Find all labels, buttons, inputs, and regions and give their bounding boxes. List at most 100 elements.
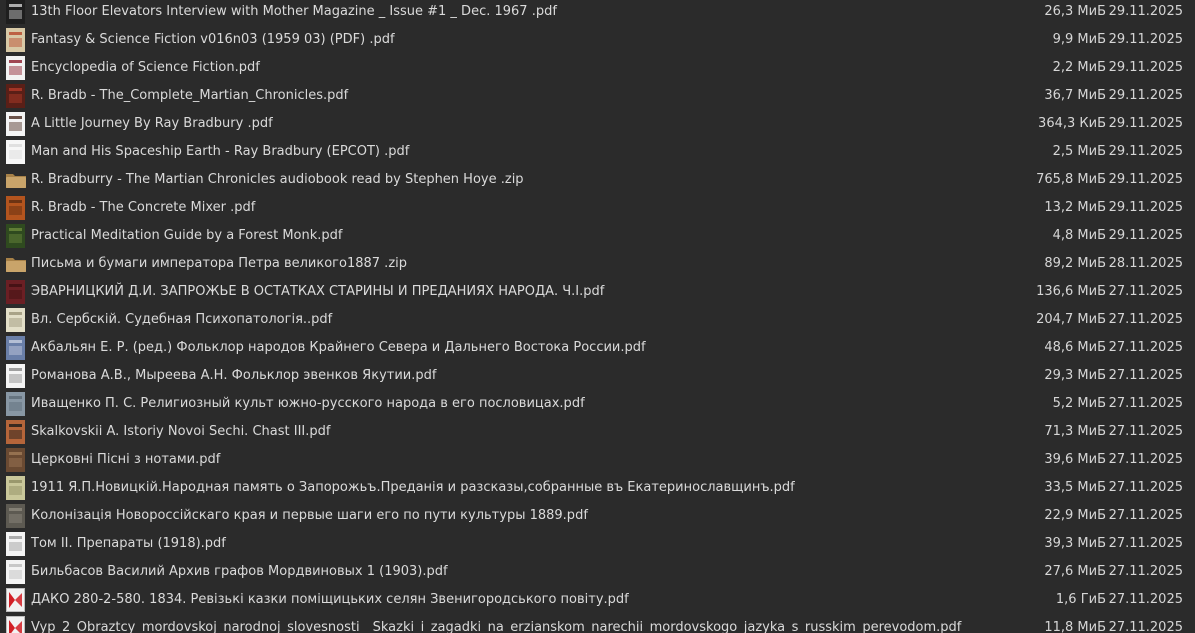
file-name: Письма и бумаги императора Петра великог… xyxy=(31,256,408,271)
file-date: 27.11.2025 xyxy=(1108,396,1183,411)
file-size: 1,6 ГиБ xyxy=(1055,592,1106,607)
file-row[interactable]: 13th Floor Elevators Interview with Moth… xyxy=(0,0,1195,26)
file-row[interactable]: Романова А.В., Мыреева А.Н. Фольклор эве… xyxy=(0,362,1195,390)
file-size: 364,3 КиБ xyxy=(1038,116,1106,131)
file-row[interactable]: Том II. Препараты (1918).pdf 39,3 МиБ 27.1… xyxy=(0,530,1195,558)
file-name: Церковні Пісні з нотами.pdf xyxy=(31,452,221,467)
file-size: 71,3 МиБ xyxy=(1044,424,1106,439)
file-date: 27.11.2025 xyxy=(1108,536,1183,551)
file-date: 29.11.2025 xyxy=(1108,88,1183,103)
file-row[interactable]: Церковні Пісні з нотами.pdf 39,6 МиБ 27.11… xyxy=(0,446,1195,474)
file-row[interactable]: ЭВАРНИЦКИЙ Д.И. ЗАПРОЖЬЕ В ОСТАТКАХ СТАР… xyxy=(0,278,1195,306)
file-size: 33,5 МиБ xyxy=(1044,480,1106,495)
file-row[interactable]: A Little Journey By Ray Bradbury .pdf 364… xyxy=(0,110,1195,138)
file-row[interactable]: Vyp_2_Obraztcy_mordovskoj_narodnoj_slove… xyxy=(0,614,1195,633)
file-name: Man and His Spaceship Earth - Ray Bradbu… xyxy=(31,144,410,159)
pdf-thumbnail-icon xyxy=(6,336,25,360)
file-size: 29,3 МиБ xyxy=(1044,368,1106,383)
file-size: 13,2 МиБ xyxy=(1044,200,1106,215)
file-row[interactable]: Fantasy & Science Fiction v016n03 (1959 … xyxy=(0,26,1195,54)
file-name: Вл. Сербскій. Судебная Психопатологія..p… xyxy=(31,312,333,327)
file-size: 2,2 МиБ xyxy=(1052,60,1106,75)
file-name: Encyclopedia of Science Fiction.pdf xyxy=(31,60,260,75)
file-size: 9,9 МиБ xyxy=(1052,32,1106,47)
file-list: 13th Floor Elevators Interview with Moth… xyxy=(0,0,1195,633)
file-date: 29.11.2025 xyxy=(1108,32,1183,47)
file-row[interactable]: R. Bradburry - The Martian Chronicles au… xyxy=(0,166,1195,194)
pdf-thumbnail-icon xyxy=(6,224,25,248)
file-date: 27.11.2025 xyxy=(1108,452,1183,467)
archive-folder-icon xyxy=(5,171,27,189)
file-date: 27.11.2025 xyxy=(1108,424,1183,439)
file-size: 89,2 МиБ xyxy=(1044,256,1106,271)
file-row[interactable]: Skalkovskii A. Istoriy Novoi Sechi. Chas… xyxy=(0,418,1195,446)
pdf-thumbnail-icon xyxy=(6,140,25,164)
pdf-thumbnail-icon xyxy=(6,532,25,556)
file-size: 39,3 МиБ xyxy=(1044,536,1106,551)
file-date: 29.11.2025 xyxy=(1108,228,1183,243)
file-size: 11,8 МиБ xyxy=(1044,620,1106,633)
file-size: 765,8 МиБ xyxy=(1036,172,1106,187)
file-row[interactable]: R. Bradb - The Concrete Mixer .pdf 13,2 М… xyxy=(0,194,1195,222)
file-date: 27.11.2025 xyxy=(1108,592,1183,607)
archive-folder-icon xyxy=(5,255,27,273)
file-name: Романова А.В., Мыреева А.Н. Фольклор эве… xyxy=(31,368,437,383)
pdf-thumbnail-icon xyxy=(6,0,25,24)
file-size: 26,3 МиБ xyxy=(1044,4,1106,19)
file-name: Бильбасов Василий Архив графов Мордвинов… xyxy=(31,564,448,579)
file-date: 28.11.2025 xyxy=(1108,256,1183,271)
file-row[interactable]: Колонізація Новороссійскаго края и первы… xyxy=(0,502,1195,530)
pdf-thumbnail-icon xyxy=(6,476,25,500)
file-size: 39,6 МиБ xyxy=(1044,452,1106,467)
pdf-thumbnail-icon xyxy=(6,420,25,444)
file-date: 27.11.2025 xyxy=(1108,564,1183,579)
pdf-thumbnail-icon xyxy=(6,280,25,304)
file-name: Practical Meditation Guide by a Forest M… xyxy=(31,228,343,243)
file-row[interactable]: Акбальян Е. Р. (ред.) Фольклор народов К… xyxy=(0,334,1195,362)
pdf-thumbnail-icon xyxy=(6,308,25,332)
file-name: Skalkovskii A. Istoriy Novoi Sechi. Chas… xyxy=(31,424,331,439)
file-date: 29.11.2025 xyxy=(1108,200,1183,215)
file-name: R. Bradb - The_Complete_Martian_Chronicl… xyxy=(31,88,349,103)
file-date: 27.11.2025 xyxy=(1108,340,1183,355)
file-row[interactable]: Иващенко П. С. Религиозный культ южно-ру… xyxy=(0,390,1195,418)
file-name: R. Bradburry - The Martian Chronicles au… xyxy=(31,172,524,187)
pdf-thumbnail-icon xyxy=(6,504,25,528)
file-name: 1911 Я.П.Новицкій.Народная память о Запо… xyxy=(31,480,795,495)
file-name: A Little Journey By Ray Bradbury .pdf xyxy=(31,116,273,131)
file-row[interactable]: Man and His Spaceship Earth - Ray Bradbu… xyxy=(0,138,1195,166)
file-name: Fantasy & Science Fiction v016n03 (1959 … xyxy=(31,32,395,47)
file-name: Акбальян Е. Р. (ред.) Фольклор народов К… xyxy=(31,340,646,355)
file-name: Иващенко П. С. Религиозный культ южно-ру… xyxy=(31,396,585,411)
file-row[interactable]: Бильбасов Василий Архив графов Мордвинов… xyxy=(0,558,1195,586)
file-date: 29.11.2025 xyxy=(1108,60,1183,75)
file-date: 29.11.2025 xyxy=(1108,116,1183,131)
file-size: 22,9 МиБ xyxy=(1044,508,1106,523)
file-row[interactable]: Practical Meditation Guide by a Forest M… xyxy=(0,222,1195,250)
file-date: 27.11.2025 xyxy=(1108,480,1183,495)
file-size: 48,6 МиБ xyxy=(1044,340,1106,355)
file-size: 4,8 МиБ xyxy=(1052,228,1106,243)
file-row[interactable]: ДАКО 280-2-580. 1834. Ревізькі казки пом… xyxy=(0,586,1195,614)
file-name: 13th Floor Elevators Interview with Moth… xyxy=(31,4,557,19)
pdf-thumbnail-icon xyxy=(6,112,25,136)
file-name: R. Bradb - The Concrete Mixer .pdf xyxy=(31,200,256,215)
pdf-red-icon xyxy=(6,588,25,612)
file-size: 204,7 МиБ xyxy=(1036,312,1106,327)
file-row[interactable]: Письма и бумаги императора Петра великог… xyxy=(0,250,1195,278)
file-row[interactable]: 1911 Я.П.Новицкій.Народная память о Запо… xyxy=(0,474,1195,502)
pdf-thumbnail-icon xyxy=(6,448,25,472)
pdf-thumbnail-icon xyxy=(6,560,25,584)
file-name: Том II. Препараты (1918).pdf xyxy=(31,536,226,551)
file-row[interactable]: Encyclopedia of Science Fiction.pdf 2,2 М… xyxy=(0,54,1195,82)
file-size: 136,6 МиБ xyxy=(1036,284,1106,299)
pdf-thumbnail-icon xyxy=(6,56,25,80)
file-date: 29.11.2025 xyxy=(1108,172,1183,187)
file-date: 27.11.2025 xyxy=(1108,312,1183,327)
file-row[interactable]: R. Bradb - The_Complete_Martian_Chronicl… xyxy=(0,82,1195,110)
file-name: Vyp_2_Obraztcy_mordovskoj_narodnoj_slove… xyxy=(31,620,962,633)
file-date: 29.11.2025 xyxy=(1108,4,1183,19)
file-row[interactable]: Вл. Сербскій. Судебная Психопатологія..p… xyxy=(0,306,1195,334)
file-size: 27,6 МиБ xyxy=(1044,564,1106,579)
pdf-thumbnail-icon xyxy=(6,392,25,416)
